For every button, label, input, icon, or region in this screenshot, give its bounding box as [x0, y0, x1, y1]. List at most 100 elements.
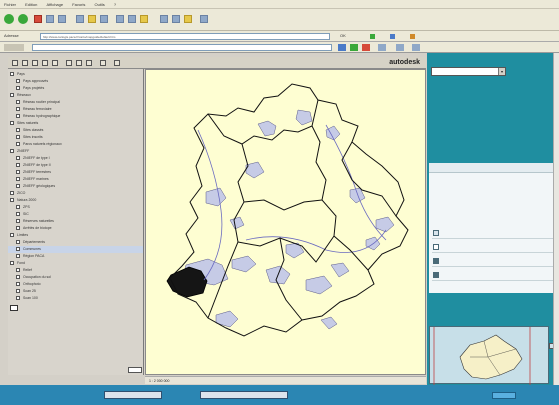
layer-row[interactable]: SIC — [8, 211, 143, 218]
legend-item[interactable] — [432, 227, 556, 239]
layer-row-selected[interactable]: Communes — [8, 246, 143, 253]
layer-row[interactable]: Sites naturels — [8, 120, 143, 127]
scroll-handle[interactable] — [128, 367, 142, 373]
favorites-icon[interactable] — [88, 15, 96, 23]
layer-checkbox[interactable] — [16, 268, 20, 272]
print-map-icon[interactable] — [100, 60, 106, 66]
layer-row[interactable]: ZNIEFF géologiques — [8, 183, 143, 190]
layer-checkbox[interactable] — [10, 121, 14, 125]
layer-row[interactable]: ZNIEFF terrestres — [8, 169, 143, 176]
tool-icon[interactable] — [396, 44, 404, 51]
legend-item[interactable] — [432, 269, 556, 281]
tool-icon[interactable] — [378, 44, 386, 51]
layer-checkbox[interactable] — [16, 114, 20, 118]
menu-item[interactable]: Favoris — [68, 0, 89, 9]
layer-checkbox[interactable] — [16, 247, 20, 251]
back-icon[interactable] — [4, 14, 14, 24]
layer-row[interactable]: Scan 25 — [8, 288, 143, 295]
layer-checkbox[interactable] — [10, 261, 14, 265]
legend-item[interactable] — [432, 255, 556, 267]
layer-checkbox[interactable] — [16, 128, 20, 132]
layer-row[interactable]: ZNIEFF de type II — [8, 162, 143, 169]
bookmark-icon[interactable] — [410, 34, 415, 39]
refresh-icon[interactable] — [46, 15, 54, 23]
layer-checkbox[interactable] — [16, 184, 20, 188]
layer-checkbox[interactable] — [16, 275, 20, 279]
layer-checkbox[interactable] — [16, 107, 20, 111]
go-button[interactable]: OK — [340, 33, 346, 38]
layer-row[interactable]: Arrêtés de biotope — [8, 225, 143, 232]
red-tool-icon[interactable] — [362, 44, 370, 51]
history-icon[interactable] — [100, 15, 108, 23]
layer-checkbox[interactable] — [16, 142, 20, 146]
layer-checkbox[interactable] — [10, 233, 14, 237]
pan-icon[interactable] — [12, 60, 18, 66]
overview-map[interactable] — [429, 326, 549, 385]
layer-row[interactable]: Occupation du sol — [8, 274, 143, 281]
layer-row[interactable]: Réseau ferroviaire — [8, 106, 143, 113]
zoom-window-icon[interactable] — [52, 60, 58, 66]
links-field[interactable] — [32, 44, 332, 51]
mail-icon[interactable] — [116, 15, 124, 23]
layer-checkbox[interactable] — [10, 93, 14, 97]
home-icon[interactable] — [58, 15, 66, 23]
layer-checkbox[interactable] — [16, 79, 20, 83]
help-icon[interactable] — [114, 60, 120, 66]
layer-checkbox[interactable] — [16, 135, 20, 139]
legend-item[interactable] — [432, 241, 556, 253]
layer-checkbox[interactable] — [16, 226, 20, 230]
vertical-scrollbar[interactable] — [553, 53, 559, 385]
menu-item[interactable]: Outils — [90, 0, 108, 9]
layer-row[interactable]: Réseau hydrographique — [8, 113, 143, 120]
forward-icon[interactable] — [18, 14, 28, 24]
region-map[interactable] — [146, 70, 427, 376]
folder-icon[interactable] — [140, 15, 148, 23]
zoom-in-icon[interactable] — [32, 60, 38, 66]
print-icon[interactable] — [128, 15, 136, 23]
menu-item[interactable]: Edition — [21, 0, 41, 9]
layer-row[interactable]: Départements — [8, 239, 143, 246]
windows-icon[interactable] — [200, 15, 208, 23]
layer-row[interactable]: ZICO — [8, 190, 143, 197]
menu-item[interactable]: ? — [110, 0, 120, 9]
layer-row[interactable]: Scan 100 — [8, 295, 143, 302]
layer-row[interactable]: Parcs naturels régionaux — [8, 141, 143, 148]
layer-row[interactable]: Sites inscrits — [8, 134, 143, 141]
next-view-icon[interactable] — [76, 60, 82, 66]
layer-row[interactable]: Réseau routier principal — [8, 99, 143, 106]
tool-icon[interactable] — [412, 44, 420, 51]
layer-row[interactable]: Orthophoto — [8, 281, 143, 288]
edit-icon[interactable] — [160, 15, 168, 23]
layer-row[interactable]: ZPS — [8, 204, 143, 211]
layer-row[interactable]: Natura 2000 — [8, 197, 143, 204]
layer-checkbox[interactable] — [16, 170, 20, 174]
url-input[interactable]: http://www.cartogis.paca.fr/carto/mapgui… — [40, 33, 330, 40]
layer-row[interactable]: Pays projetés — [8, 85, 143, 92]
layer-checkbox[interactable] — [16, 254, 20, 258]
layer-row[interactable]: Réserves naturelles — [8, 218, 143, 225]
layer-checkbox[interactable] — [16, 177, 20, 181]
select-icon[interactable] — [22, 60, 28, 66]
layer-checkbox[interactable] — [10, 198, 14, 202]
layer-checkbox[interactable] — [10, 72, 14, 76]
layer-checkbox[interactable] — [16, 205, 20, 209]
layer-checkbox[interactable] — [10, 149, 14, 153]
layer-checkbox[interactable] — [16, 289, 20, 293]
layer-row[interactable]: ZNIEFF — [8, 148, 143, 155]
menu-item[interactable]: Affichage — [43, 0, 68, 9]
layer-checkbox[interactable] — [16, 86, 20, 90]
bottom-button-2[interactable] — [200, 391, 288, 399]
layer-group-icon[interactable] — [10, 305, 18, 311]
layer-row[interactable]: ZNIEFF de type I — [8, 155, 143, 162]
stop-icon[interactable] — [34, 15, 42, 23]
layer-row[interactable]: Pays — [8, 71, 143, 78]
layer-checkbox[interactable] — [16, 219, 20, 223]
search-bar-icon[interactable] — [338, 44, 346, 51]
layer-checkbox[interactable] — [16, 282, 20, 286]
layer-checkbox[interactable] — [16, 240, 20, 244]
layer-checkbox[interactable] — [16, 156, 20, 160]
menu-item[interactable]: Fichier — [0, 0, 20, 9]
layer-checkbox[interactable] — [16, 163, 20, 167]
full-extent-icon[interactable] — [86, 60, 92, 66]
search-icon[interactable] — [76, 15, 84, 23]
